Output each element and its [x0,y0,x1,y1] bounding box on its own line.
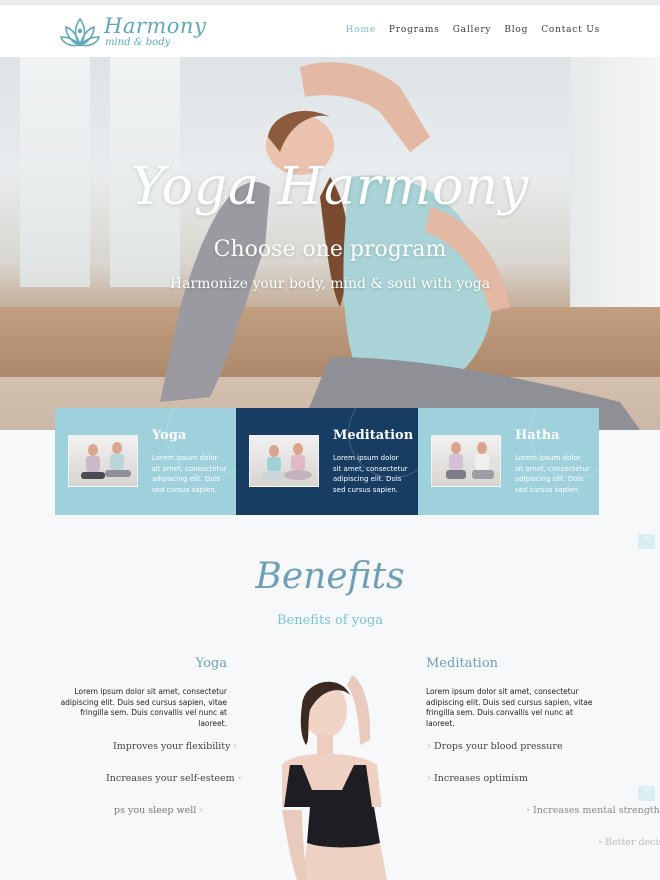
benefits-title: Benefits [255,556,405,597]
scroll-up-button[interactable]: ⌃ [638,786,655,801]
program-thumb [68,435,138,487]
benefits-model-photo [262,665,407,880]
feature-item: › Better decisi [598,837,660,848]
site-header: Harmony mind & body Home Programs Galler… [0,5,660,57]
chevron-right-icon: › [598,837,602,848]
program-text: Lorem ipsum dolor sit amet, consectetur … [515,454,590,494]
lotus-logo-icon [60,17,100,47]
feature-item: Improves your flexibility ‹ [113,741,238,752]
brand-logo[interactable]: Harmony mind & body [60,13,206,53]
program-title: Yoga [152,428,187,443]
nav-programs[interactable]: Programs [389,25,440,35]
benefit-text-yoga: Lorem ipsum dolor sit amet, consectetur … [60,687,227,728]
benefit-heading-yoga: Yoga [195,656,227,671]
feature-item: › Drops your blood pressure [427,741,563,752]
feature-item: ps you sleep well ‹ [114,805,204,816]
main-nav: Home Programs Gallery Blog Contact Us [346,25,600,35]
nav-contact[interactable]: Contact Us [541,25,600,35]
chevron-left-icon: ‹ [199,805,204,816]
program-text: Lorem ipsum dolor sit amet, consectetur … [152,454,227,494]
program-card-meditation[interactable]: Meditation Lorem ipsum dolor sit amet, c… [236,408,418,515]
hero-tagline: Harmonize your body, mind & soul with yo… [169,276,491,292]
program-card-hatha[interactable]: Hatha Lorem ipsum dolor sit amet, consec… [418,408,599,515]
chevron-right-icon: › [526,805,530,816]
brand-subtitle: mind & body [105,37,171,48]
chevron-left-icon: ‹ [237,773,242,784]
feature-item: Increases your self-esteem ‹ [106,773,242,784]
program-text: Lorem ipsum dolor sit amet, consectetur … [333,454,408,494]
benefit-text-meditation: Lorem ipsum dolor sit amet, consectetur … [426,687,593,728]
feature-item: › Increases mental strength [526,805,660,816]
program-thumb [249,435,319,487]
program-card-yoga[interactable]: Yoga Lorem ipsum dolor sit amet, consect… [55,408,236,515]
hero-banner: Yoga Harmony Choose one program Harmoniz… [0,57,660,430]
hero-subtitle: Choose one program [213,237,447,262]
scroll-up-button[interactable]: ⌃ [638,534,655,549]
program-title: Meditation [333,428,414,443]
benefit-heading-meditation: Meditation [426,656,499,671]
chevron-right-icon: › [427,741,431,752]
program-title: Hatha [515,428,560,443]
hero-title: Yoga Harmony [130,157,530,217]
brand-title: Harmony [104,14,207,38]
chevron-left-icon: ‹ [233,741,238,752]
program-thumb [431,435,501,487]
program-cards: Yoga Lorem ipsum dolor sit amet, consect… [55,408,599,515]
benefits-subtitle: Benefits of yoga [276,613,384,628]
nav-blog[interactable]: Blog [504,25,528,35]
chevron-right-icon: › [427,773,431,784]
nav-gallery[interactable]: Gallery [453,25,492,35]
feature-item: › Increases optimism [427,773,529,784]
nav-home[interactable]: Home [346,25,376,35]
